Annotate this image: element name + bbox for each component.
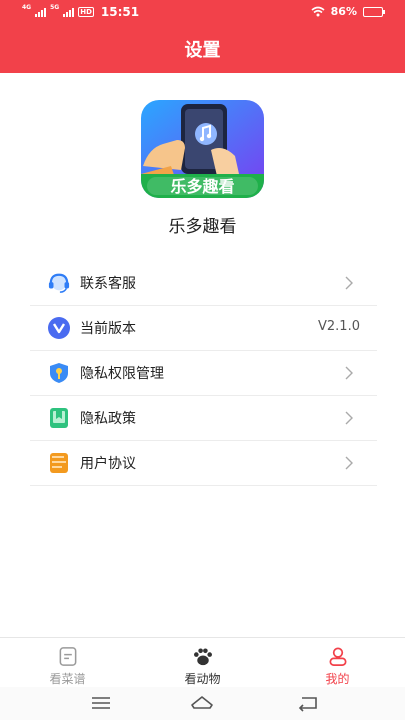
menu-item-label: 隐私政策	[80, 411, 136, 427]
tab-label: 看菜谱	[49, 672, 86, 686]
chevron-right-icon	[345, 456, 353, 470]
system-nav-bar	[0, 687, 405, 720]
privacy-shield-icon	[48, 362, 70, 384]
network-type-2: 5G	[50, 4, 60, 11]
chevron-right-icon	[345, 366, 353, 380]
signal-icon-2	[63, 7, 75, 17]
policy-bookmark-icon	[48, 407, 70, 429]
bottom-tab-bar: 看菜谱 看动物 我的	[0, 637, 405, 687]
menu-item-label: 隐私权限管理	[80, 366, 164, 382]
app-name: 乐多趣看	[168, 217, 237, 237]
menu-item-label: 联系客服	[80, 276, 136, 292]
version-icon	[48, 317, 70, 339]
tab-animals[interactable]: 看动物	[135, 638, 270, 687]
recipe-icon	[59, 647, 76, 666]
menu-item-contact-support[interactable]: 联系客服	[30, 261, 377, 306]
profile-icon	[329, 647, 346, 666]
battery-icon	[363, 6, 385, 17]
wifi-icon	[311, 6, 325, 17]
headset-icon	[48, 272, 70, 294]
status-time: 15:51	[100, 5, 140, 19]
menu-item-privacy-policy[interactable]: 隐私政策	[30, 396, 377, 441]
tab-mine[interactable]: 我的	[270, 638, 405, 687]
network-type-1: 4G	[22, 4, 32, 11]
back-icon[interactable]	[296, 692, 320, 714]
app-logo: 乐多趣看	[141, 100, 264, 198]
agreement-doc-icon	[48, 452, 70, 474]
menu-item-label: 用户协议	[80, 456, 136, 472]
menu-item-label: 当前版本	[80, 321, 136, 337]
status-bar: 4G 5G HD 15:51 86%	[0, 0, 405, 24]
tab-label: 我的	[325, 672, 350, 686]
hd-badge: HD	[78, 7, 94, 17]
signal-icon	[35, 7, 47, 17]
tab-recipes[interactable]: 看菜谱	[0, 638, 135, 687]
settings-menu: 联系客服 当前版本 V2.1.0 隐私权限管理 隐私政策 用户协议	[30, 261, 377, 486]
chevron-right-icon	[345, 411, 353, 425]
menu-item-user-agreement[interactable]: 用户协议	[30, 441, 377, 486]
header-bar: 4G 5G HD 15:51 86% 设置	[0, 0, 405, 73]
tab-label: 看动物	[184, 672, 221, 686]
menu-icon[interactable]	[89, 692, 113, 714]
app-icon-banner: 乐多趣看	[170, 177, 234, 196]
version-value: V2.1.0	[318, 319, 360, 334]
home-icon[interactable]	[190, 692, 214, 714]
menu-item-privacy-permissions[interactable]: 隐私权限管理	[30, 351, 377, 396]
paw-icon	[193, 648, 212, 666]
page-title: 设置	[184, 40, 221, 61]
menu-item-current-version[interactable]: 当前版本 V2.1.0	[30, 306, 377, 351]
battery-percent: 86%	[330, 5, 357, 18]
chevron-right-icon	[345, 276, 353, 290]
